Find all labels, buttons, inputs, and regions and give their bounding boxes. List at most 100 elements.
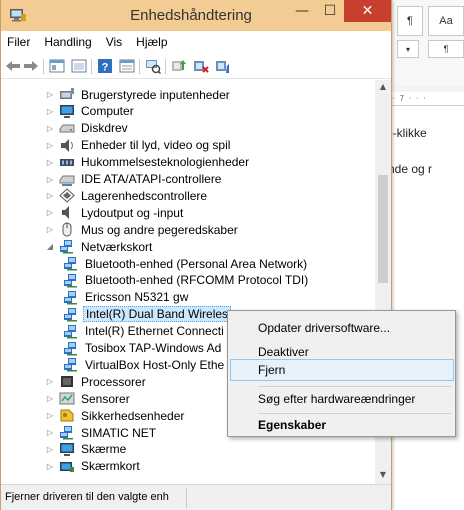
expand-arrow-icon[interactable]: ▷: [45, 377, 55, 386]
window-pane-button[interactable]: [71, 58, 87, 74]
tree-item[interactable]: ▷ IDE ATA/ATAPI-controllere: [45, 171, 223, 188]
tree-item[interactable]: Tosibox TAP-Windows Ad: [63, 340, 223, 357]
bg-small-button-2[interactable]: ¶: [428, 40, 464, 58]
tree-item[interactable]: ▷ Mus og andre pegeredskaber: [45, 221, 240, 238]
tree-item[interactable]: ▷ Enheder til lyd, video og spil: [45, 137, 232, 154]
tree-item[interactable]: Intel(R) Ethernet Connecti: [63, 323, 226, 340]
context-menu: Opdater driversoftware... Deaktiver Fjer…: [227, 310, 456, 437]
expand-arrow-icon[interactable]: ▷: [45, 124, 55, 133]
tree-item-label: Skærme: [81, 442, 127, 457]
context-uninstall[interactable]: Fjern: [230, 359, 454, 381]
scan-hardware-button[interactable]: [145, 58, 161, 74]
expand-arrow-icon[interactable]: ▷: [45, 107, 55, 116]
tree-item[interactable]: Ericsson N5321 gw: [63, 289, 190, 306]
tree-item[interactable]: ▷ Lydoutput og -input: [45, 204, 185, 221]
tree-item-label: VirtualBox Host-Only Ethe: [85, 357, 225, 372]
bg-pilcrow-button[interactable]: ¶: [397, 6, 423, 36]
context-update-driver[interactable]: Opdater driversoftware...: [230, 317, 454, 339]
expand-arrow-icon[interactable]: ▷: [45, 462, 55, 471]
scroll-down-icon[interactable]: ▼: [375, 470, 391, 482]
tree-item[interactable]: ▷ Processorer: [45, 373, 148, 390]
tree-item-label: Enheder til lyd, video og spil: [81, 138, 231, 153]
enable-device-button[interactable]: [215, 58, 231, 74]
tree-item[interactable]: ▷ Sikkerhedsenheder: [45, 407, 186, 424]
expand-arrow-icon[interactable]: ▷: [45, 394, 55, 403]
tree-item-label: Tosibox TAP-Windows Ad: [85, 341, 222, 355]
tree-item[interactable]: ◢ Netværkskort: [45, 238, 154, 255]
scroll-thumb[interactable]: [378, 175, 388, 283]
network-adapter-icon: [63, 273, 79, 288]
minimize-button[interactable]: —: [288, 0, 316, 22]
tree-item-label: Netværkskort: [81, 239, 153, 254]
minimize-icon: —: [295, 3, 309, 19]
collapse-arrow-icon[interactable]: ◢: [45, 242, 55, 251]
close-button[interactable]: ✕: [344, 0, 391, 22]
tree-item[interactable]: VirtualBox Host-Only Ethe: [63, 356, 226, 373]
network-adapter-icon: [59, 239, 75, 254]
expand-arrow-icon[interactable]: ▷: [45, 141, 55, 150]
bg-pilcrow-label: ¶: [407, 15, 413, 27]
tree-item[interactable]: ▷ Hukommelsesteknologienheder: [45, 154, 251, 171]
toolbar-separator: [43, 59, 44, 74]
sound-icon: [59, 138, 75, 153]
properties-toolbar-button[interactable]: [119, 58, 135, 74]
expand-arrow-icon[interactable]: ▷: [45, 445, 55, 454]
back-button[interactable]: [5, 58, 21, 74]
expand-arrow-icon[interactable]: ▷: [45, 411, 55, 420]
menu-file[interactable]: Filer: [1, 35, 37, 49]
title-bar[interactable]: Enhedshåndtering — ☐ ✕: [1, 0, 391, 31]
forward-button[interactable]: [23, 58, 39, 74]
tree-item-label: SIMATIC NET: [81, 425, 157, 440]
network-adapter-icon: [63, 256, 79, 271]
close-icon: ✕: [361, 3, 374, 19]
console-tree-icon: [49, 59, 65, 73]
expand-arrow-icon[interactable]: ▷: [45, 208, 55, 217]
scroll-up-icon[interactable]: ▲: [375, 82, 391, 94]
network-adapter-icon: [63, 341, 79, 356]
toolbar: ?: [1, 53, 391, 79]
back-arrow-icon: [6, 61, 20, 71]
status-divider: [186, 488, 187, 508]
context-scan-hardware[interactable]: Søg efter hardwareændringer: [230, 388, 454, 410]
tree-item[interactable]: Intel(R) Dual Band Wireles: [63, 306, 232, 323]
expand-arrow-icon[interactable]: ▷: [45, 90, 55, 99]
tree-item[interactable]: ▷ Brugerstyrede inputenheder: [45, 86, 232, 103]
tree-item[interactable]: Bluetooth-enhed (RFCOMM Protocol TDI): [63, 272, 310, 289]
bg-small-button[interactable]: ▾: [397, 40, 419, 58]
toolbar-separator-2: [91, 59, 92, 74]
menu-action[interactable]: Handling: [37, 35, 98, 49]
tree-item[interactable]: ▷ Computer: [45, 103, 136, 120]
context-properties[interactable]: Egenskaber: [230, 414, 454, 436]
tree-item-label: Intel(R) Ethernet Connecti: [85, 324, 224, 339]
tree-item[interactable]: ▷ Sensorer: [45, 390, 132, 407]
network-adapter-icon: [63, 290, 79, 305]
scan-hardware-icon: [146, 60, 161, 74]
expand-arrow-icon[interactable]: ▷: [45, 175, 55, 184]
tree-item[interactable]: ▷ Skærmkort: [45, 458, 142, 475]
uninstall-device-button[interactable]: [193, 58, 209, 74]
security-device-icon: [59, 408, 75, 423]
expand-arrow-icon[interactable]: ▷: [45, 225, 55, 234]
help-button[interactable]: ?: [97, 58, 113, 74]
tree-item-label: Intel(R) Dual Band Wireles: [83, 306, 232, 323]
tree-item[interactable]: ▷ Lagerenhedscontrollere: [45, 187, 209, 204]
bg-font-style-button[interactable]: Aa: [428, 6, 464, 36]
tree-item[interactable]: ▷ SIMATIC NET: [45, 424, 158, 441]
maximize-button[interactable]: ☐: [316, 0, 344, 22]
expand-arrow-icon[interactable]: ▷: [45, 428, 55, 437]
speaker-icon: [59, 205, 75, 220]
menu-view[interactable]: Vis: [99, 35, 129, 49]
sensor-icon: [59, 391, 75, 406]
processor-icon: [59, 374, 75, 389]
memory-icon: [59, 155, 75, 170]
menu-help[interactable]: Hjælp: [129, 35, 174, 49]
show-hide-console-button[interactable]: [49, 58, 65, 74]
tree-item[interactable]: ▷ Diskdrev: [45, 120, 130, 137]
toolbar-separator-4: [165, 59, 166, 74]
update-driver-button[interactable]: [171, 58, 187, 74]
expand-arrow-icon[interactable]: ▷: [45, 158, 55, 167]
tree-item[interactable]: ▷ Skærme: [45, 441, 128, 458]
tree-item[interactable]: Bluetooth-enhed (Personal Area Network): [63, 255, 309, 272]
window-title: Enhedshåndtering: [130, 7, 252, 24]
expand-arrow-icon[interactable]: ▷: [45, 191, 55, 200]
